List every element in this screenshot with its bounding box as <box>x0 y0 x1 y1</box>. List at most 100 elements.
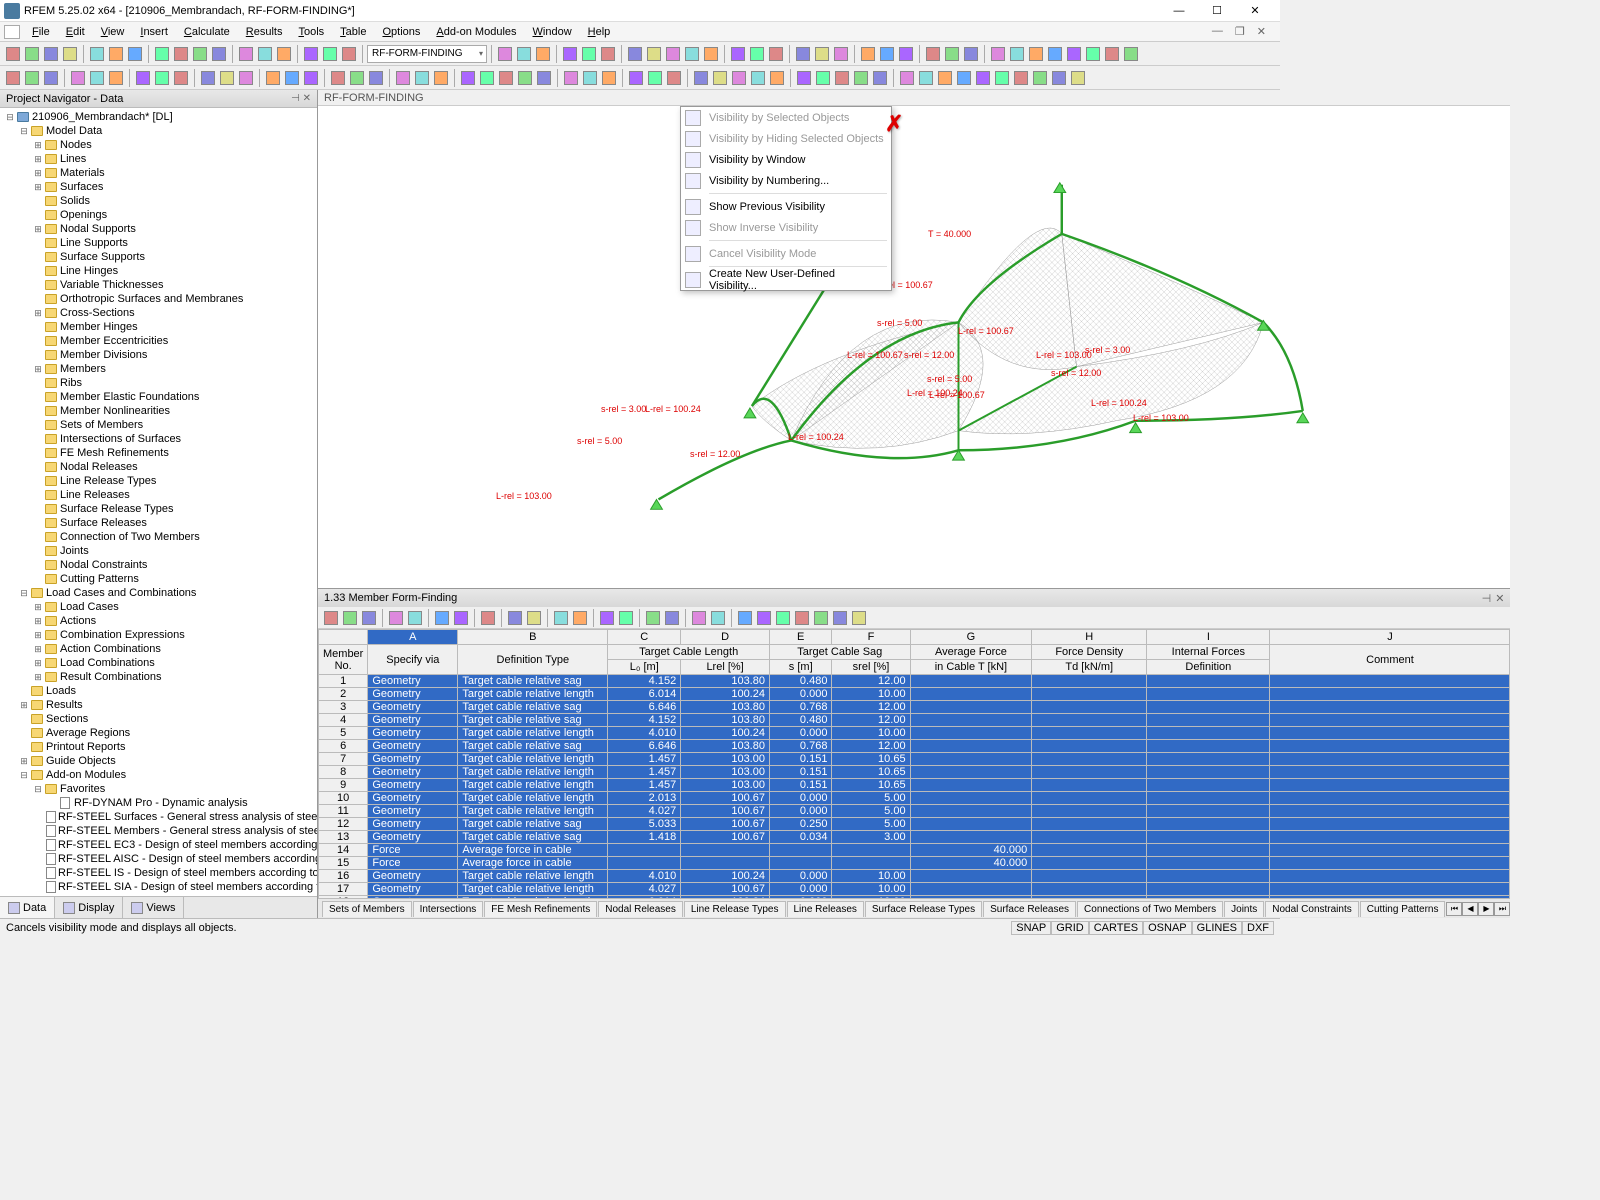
table-tab[interactable]: Line Release Types <box>684 901 786 917</box>
toolbar-button[interactable] <box>107 45 125 63</box>
tree-item[interactable]: RF-STEEL EC3 - Design of steel members a… <box>0 838 317 852</box>
menu-table[interactable]: Table <box>332 24 374 40</box>
table-tab[interactable]: Line Releases <box>787 901 864 917</box>
toolbar-button[interactable] <box>917 69 935 87</box>
toolbar-button[interactable] <box>348 69 366 87</box>
table-row[interactable]: 15ForceAverage force in cable40.000 <box>319 857 1510 870</box>
status-toggle-glines[interactable]: GLINES <box>1192 921 1242 935</box>
toolbar-button[interactable] <box>394 69 412 87</box>
toolbar-button[interactable] <box>989 45 1007 63</box>
table-row[interactable]: 1GeometryTarget cable relative sag4.1521… <box>319 675 1510 688</box>
toolbar-button[interactable] <box>69 69 87 87</box>
menu-file[interactable]: File <box>24 24 58 40</box>
toolbar-button[interactable] <box>683 45 701 63</box>
tree-item[interactable]: Surface Supports <box>0 250 317 264</box>
toolbar-button[interactable] <box>962 45 980 63</box>
toolbar-button[interactable] <box>878 45 896 63</box>
toolbar-button[interactable] <box>1103 45 1121 63</box>
table-row[interactable]: 7GeometryTarget cable relative length1.4… <box>319 753 1510 766</box>
toolbar-button[interactable] <box>664 45 682 63</box>
tree-root[interactable]: ⊟210906_Membrandach* [DL] <box>0 110 317 124</box>
status-toggle-dxf[interactable]: DXF <box>1242 921 1274 935</box>
toolbar-button[interactable] <box>535 69 553 87</box>
toolbar-button[interactable] <box>955 69 973 87</box>
tree-item[interactable]: RF-STEEL SIA - Design of steel members a… <box>0 880 317 894</box>
toolbar-button[interactable] <box>321 45 339 63</box>
toolbar-button[interactable] <box>367 69 385 87</box>
table-row[interactable]: 11GeometryTarget cable relative length4.… <box>319 805 1510 818</box>
tree-item[interactable]: FE Mesh Refinements <box>0 446 317 460</box>
toolbar-button[interactable] <box>218 69 236 87</box>
toolbar-button[interactable] <box>406 609 424 627</box>
menu-calculate[interactable]: Calculate <box>176 24 238 40</box>
table-row[interactable]: 4GeometryTarget cable relative sag4.1521… <box>319 714 1510 727</box>
table-tab[interactable]: Nodal Constraints <box>1265 901 1358 917</box>
tree-item[interactable]: Connection of Two Members <box>0 530 317 544</box>
toolbar-button[interactable] <box>814 69 832 87</box>
tree-item[interactable]: Orthotropic Surfaces and Membranes <box>0 292 317 306</box>
menu-item[interactable]: Visibility by Numbering... <box>681 170 891 191</box>
toolbar-button[interactable] <box>23 69 41 87</box>
toolbar-button[interactable] <box>552 609 570 627</box>
tree-item[interactable]: RF-STEEL Members - General stress analys… <box>0 824 317 838</box>
table-pin[interactable]: ⊣ <box>1482 592 1492 605</box>
toolbar-button[interactable] <box>275 45 293 63</box>
tree-item[interactable]: ⊞Load Combinations <box>0 656 317 670</box>
menu-edit[interactable]: Edit <box>58 24 93 40</box>
toolbar-button[interactable] <box>341 609 359 627</box>
tree-item[interactable]: ⊟Add-on Modules <box>0 768 317 782</box>
3d-viewport[interactable]: T = 40.000T = 40.000L-rel = 100.67s-rel … <box>318 106 1510 588</box>
tree-item[interactable]: ⊞Guide Objects <box>0 754 317 768</box>
tree-item[interactable]: Printout Reports <box>0 740 317 754</box>
table-tab[interactable]: Surface Releases <box>983 901 1076 917</box>
toolbar-button[interactable] <box>833 69 851 87</box>
toolbar-button[interactable] <box>302 45 320 63</box>
tree-item[interactable]: ⊞Lines <box>0 152 317 166</box>
toolbar-button[interactable] <box>432 69 450 87</box>
table-tab[interactable]: Cutting Patterns <box>1360 901 1446 917</box>
tab-nav-button[interactable]: ▶ <box>1478 902 1494 916</box>
tree-item[interactable]: Ribs <box>0 376 317 390</box>
toolbar-button[interactable] <box>413 69 431 87</box>
menu-add-on-modules[interactable]: Add-on Modules <box>428 24 524 40</box>
toolbar-button[interactable] <box>729 45 747 63</box>
toolbar-button[interactable] <box>748 45 766 63</box>
tab-nav-button[interactable]: ◀ <box>1462 902 1478 916</box>
table-row[interactable]: 2GeometryTarget cable relative length6.0… <box>319 688 1510 701</box>
nav-tab-data[interactable]: Data <box>0 897 55 918</box>
tree-item[interactable]: ⊞Actions <box>0 614 317 628</box>
menu-item[interactable]: Create New User-Defined Visibility... <box>681 269 891 290</box>
toolbar-combo[interactable]: RF-FORM-FINDING <box>367 45 487 63</box>
toolbar-button[interactable] <box>23 45 41 63</box>
toolbar-button[interactable] <box>340 45 358 63</box>
toolbar-button[interactable] <box>534 45 552 63</box>
navigator-tree[interactable]: ⊟210906_Membrandach* [DL]⊟Model Data⊞Nod… <box>0 108 317 896</box>
toolbar-button[interactable] <box>237 45 255 63</box>
toolbar-button[interactable] <box>210 45 228 63</box>
toolbar-button[interactable] <box>692 69 710 87</box>
tree-item[interactable]: Joints <box>0 544 317 558</box>
toolbar-button[interactable] <box>645 45 663 63</box>
toolbar-button[interactable] <box>561 45 579 63</box>
toolbar-button[interactable] <box>387 609 405 627</box>
tree-item[interactable]: Member Elastic Foundations <box>0 390 317 404</box>
toolbar-button[interactable] <box>859 45 877 63</box>
toolbar-button[interactable] <box>1050 69 1068 87</box>
toolbar-button[interactable] <box>4 45 22 63</box>
tree-item[interactable]: Intersections of Surfaces <box>0 432 317 446</box>
menu-tools[interactable]: Tools <box>290 24 332 40</box>
tree-item[interactable]: Variable Thicknesses <box>0 278 317 292</box>
toolbar-button[interactable] <box>433 609 451 627</box>
tree-item[interactable]: ⊞Combination Expressions <box>0 628 317 642</box>
tree-item[interactable]: ⊞Nodes <box>0 138 317 152</box>
table-tab[interactable]: Sets of Members <box>322 901 412 917</box>
toolbar-button[interactable] <box>283 69 301 87</box>
toolbar-button[interactable] <box>107 69 125 87</box>
table-row[interactable]: 3GeometryTarget cable relative sag6.6461… <box>319 701 1510 714</box>
toolbar-button[interactable] <box>42 45 60 63</box>
table-row[interactable]: 9GeometryTarget cable relative length1.4… <box>319 779 1510 792</box>
toolbar-button[interactable] <box>646 69 664 87</box>
toolbar-button[interactable] <box>42 69 60 87</box>
tree-item[interactable]: RF-STEEL Surfaces - General stress analy… <box>0 810 317 824</box>
menu-insert[interactable]: Insert <box>132 24 176 40</box>
